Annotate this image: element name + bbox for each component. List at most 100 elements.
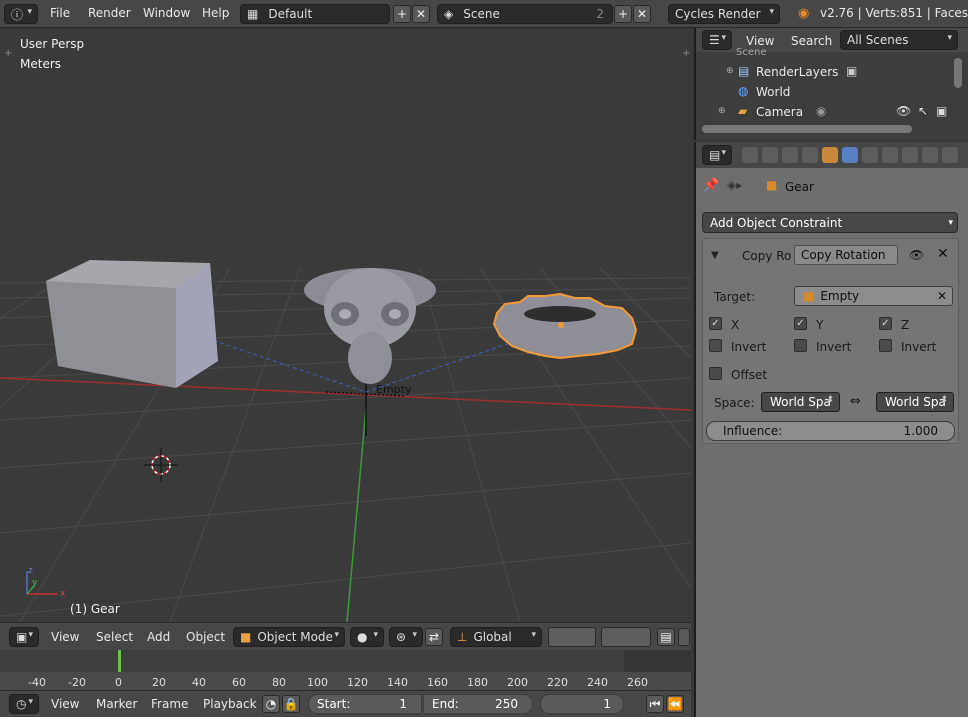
- scene-selector[interactable]: ◈ Scene 2: [437, 4, 613, 24]
- menu-select[interactable]: Select: [96, 630, 133, 644]
- outliner-row-scene-partial[interactable]: Scene: [736, 47, 767, 58]
- invert-x-checkbox[interactable]: [709, 339, 722, 352]
- menu-help[interactable]: Help: [202, 6, 229, 20]
- data-tab-icon[interactable]: [882, 147, 898, 163]
- prev-keyframe-icon[interactable]: ⏪: [666, 695, 684, 713]
- visibility-eye-icon[interactable]: 👁: [896, 104, 911, 118]
- gear-object[interactable]: [492, 292, 638, 360]
- modifiers-tab-icon[interactable]: [862, 147, 878, 163]
- current-frame-field[interactable]: 1: [540, 694, 624, 714]
- render-preview-icon[interactable]: [678, 628, 690, 646]
- selectability-cursor-icon[interactable]: ↖: [918, 104, 928, 118]
- target-field[interactable]: ■ Empty ✕: [794, 286, 953, 306]
- particles-tab-icon[interactable]: [942, 147, 958, 163]
- object-tab-icon[interactable]: [822, 147, 838, 163]
- constraints-tab-icon[interactable]: [842, 147, 858, 163]
- current-frame-marker[interactable]: [118, 650, 121, 672]
- close-icon[interactable]: ✕: [937, 246, 949, 262]
- preview-range-icon[interactable]: ◔: [262, 695, 280, 713]
- vertical-scrollbar[interactable]: [954, 58, 962, 88]
- constraint-name-field[interactable]: Copy Rotation: [794, 245, 898, 265]
- menu-view[interactable]: View: [51, 697, 79, 711]
- orientation-selector[interactable]: ⊥ Global ▾: [450, 627, 542, 647]
- monkey-object[interactable]: [304, 268, 436, 384]
- material-tab-icon[interactable]: [902, 147, 918, 163]
- expand-icon[interactable]: ⊕: [726, 66, 734, 76]
- object-mode-icon: ■: [240, 630, 252, 644]
- camera-data-icon[interactable]: ◉: [816, 104, 826, 118]
- menu-marker[interactable]: Marker: [96, 697, 137, 711]
- clear-icon[interactable]: ✕: [937, 289, 947, 303]
- timeline-tick: 220: [547, 676, 568, 689]
- shading-selector[interactable]: ● ▾: [350, 627, 384, 647]
- layer-buttons-2[interactable]: [601, 627, 651, 647]
- editor-type-button[interactable]: ▣ ▾: [9, 627, 39, 647]
- outliner-row-camera[interactable]: Camera: [756, 105, 803, 119]
- properties-toggle-icon[interactable]: +: [682, 48, 690, 59]
- display-mode-selector[interactable]: All Scenes ▾: [840, 30, 958, 50]
- menu-view[interactable]: View: [746, 34, 774, 48]
- toolshelf-toggle-icon[interactable]: +: [4, 48, 12, 59]
- add-constraint-dropdown[interactable]: Add Object Constraint ▾: [702, 212, 958, 233]
- outliner-row-renderlayers[interactable]: RenderLayers: [756, 65, 838, 79]
- owner-space-selector[interactable]: World Spa ⬍: [761, 392, 840, 412]
- 3d-cursor[interactable]: [144, 448, 178, 482]
- render-tab-icon[interactable]: [742, 147, 758, 163]
- menu-object[interactable]: Object: [186, 630, 225, 644]
- layer-buttons-1[interactable]: [548, 627, 596, 647]
- end-frame-field[interactable]: End: 250: [423, 694, 533, 714]
- outliner[interactable]: ☰ ▾ View Search All Scenes ▾ Scene ⊕ ▤ Re…: [694, 28, 968, 140]
- 3d-viewport[interactable]: User Persp Meters Empty (1) Gear z y x +…: [0, 28, 691, 622]
- invert-z-checkbox[interactable]: [879, 339, 892, 352]
- invert-y-checkbox[interactable]: [794, 339, 807, 352]
- lock-icon[interactable]: 🔒: [282, 695, 300, 713]
- menu-search[interactable]: Search: [791, 34, 832, 48]
- start-frame-field[interactable]: Start: 1: [308, 694, 422, 714]
- eye-icon[interactable]: 👁: [909, 248, 924, 262]
- menu-render[interactable]: Render: [88, 6, 131, 20]
- horizontal-scrollbar[interactable]: [702, 125, 912, 133]
- layout-selector[interactable]: ▦ Default: [240, 4, 390, 24]
- use-y-checkbox[interactable]: ✓: [794, 317, 807, 330]
- renderlayer-data-icon[interactable]: ▣: [846, 64, 857, 78]
- pin-icon[interactable]: 📌: [703, 178, 719, 193]
- jump-start-icon[interactable]: ⏮: [646, 695, 664, 713]
- timeline-track[interactable]: [0, 650, 691, 672]
- menu-window[interactable]: Window: [143, 6, 190, 20]
- add-layout-button[interactable]: +: [393, 5, 411, 23]
- menu-file[interactable]: File: [50, 6, 70, 20]
- world-tab-icon[interactable]: [802, 147, 818, 163]
- texture-tab-icon[interactable]: [922, 147, 938, 163]
- pivot-selector[interactable]: ⊛ ▾: [389, 627, 423, 647]
- editor-type-button[interactable]: ▤ ▾: [702, 145, 732, 165]
- menu-add[interactable]: Add: [147, 630, 170, 644]
- scene-tab-icon[interactable]: [782, 147, 798, 163]
- cube-object[interactable]: [46, 260, 218, 388]
- manipulator-toggle-button[interactable]: ⇄: [425, 628, 443, 646]
- offset-checkbox[interactable]: [709, 367, 722, 380]
- use-x-checkbox[interactable]: ✓: [709, 317, 722, 330]
- expand-icon[interactable]: ⊕: [718, 106, 726, 116]
- layers-tab-icon[interactable]: [762, 147, 778, 163]
- outliner-row-world[interactable]: World: [756, 85, 790, 99]
- renderability-camera-icon[interactable]: ▣: [936, 104, 947, 118]
- mode-selector[interactable]: ■ Object Mode ▾: [233, 627, 345, 647]
- add-constraint-label: Add Object Constraint: [710, 215, 843, 230]
- render-engine-selector[interactable]: Cycles Render ▾: [668, 4, 780, 24]
- influence-slider[interactable]: Influence: 1.000: [706, 421, 955, 441]
- menu-frame[interactable]: Frame: [151, 697, 188, 711]
- scene-icon: ◈: [444, 7, 454, 21]
- world-icon: ◍: [738, 84, 749, 98]
- remove-layout-button[interactable]: ✕: [412, 5, 430, 23]
- lock-layers-icon[interactable]: ▤: [657, 628, 675, 646]
- editor-type-button[interactable]: ⓘ ▾: [4, 4, 38, 24]
- editor-type-button[interactable]: ☰ ▾: [702, 30, 732, 50]
- menu-view[interactable]: View: [51, 630, 79, 644]
- use-z-checkbox[interactable]: ✓: [879, 317, 892, 330]
- remove-scene-button[interactable]: ✕: [633, 5, 651, 23]
- menu-playback[interactable]: Playback: [203, 697, 257, 711]
- target-space-selector[interactable]: World Spa ⬍: [876, 392, 954, 412]
- add-scene-button[interactable]: +: [614, 5, 632, 23]
- editor-type-button[interactable]: ◷ ▾: [9, 694, 39, 714]
- collapse-triangle-icon[interactable]: ▼: [711, 250, 719, 261]
